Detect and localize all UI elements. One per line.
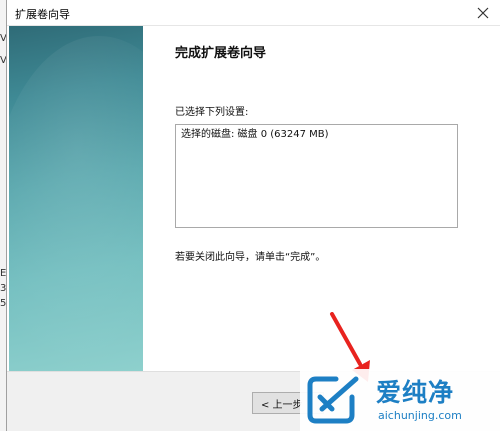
watermark: 爱纯净 aichunjing.com	[300, 369, 500, 431]
watermark-url: aichunjing.com	[378, 409, 462, 422]
wizard-content: 完成扩展卷向导 已选择下列设置: 选择的磁盘: 磁盘 0 (63247 MB) …	[143, 26, 500, 371]
close-icon	[477, 7, 489, 19]
settings-summary-box[interactable]: 选择的磁盘: 磁盘 0 (63247 MB)	[175, 124, 458, 228]
close-button[interactable]	[465, 0, 500, 26]
title-bar[interactable]: 扩展卷向导	[7, 0, 500, 26]
settings-line-disk: 选择的磁盘: 磁盘 0 (63247 MB)	[181, 129, 329, 140]
watermark-title: 爱纯净	[376, 378, 455, 407]
extend-volume-wizard-window: 扩展卷向导 完成扩展卷向导 已选择下列设置: 选择的磁盘: 磁盘 0 (6324…	[6, 0, 500, 431]
page-title: 完成扩展卷向导	[175, 46, 267, 61]
watermark-logo-icon	[307, 376, 359, 424]
banner-decoration	[9, 36, 143, 371]
settings-label: 已选择下列设置:	[175, 107, 249, 118]
finish-hint-text: 若要关闭此向导，请单击“完成”。	[175, 252, 326, 263]
wizard-side-banner	[9, 26, 143, 371]
window-title: 扩展卷向导	[15, 8, 70, 21]
